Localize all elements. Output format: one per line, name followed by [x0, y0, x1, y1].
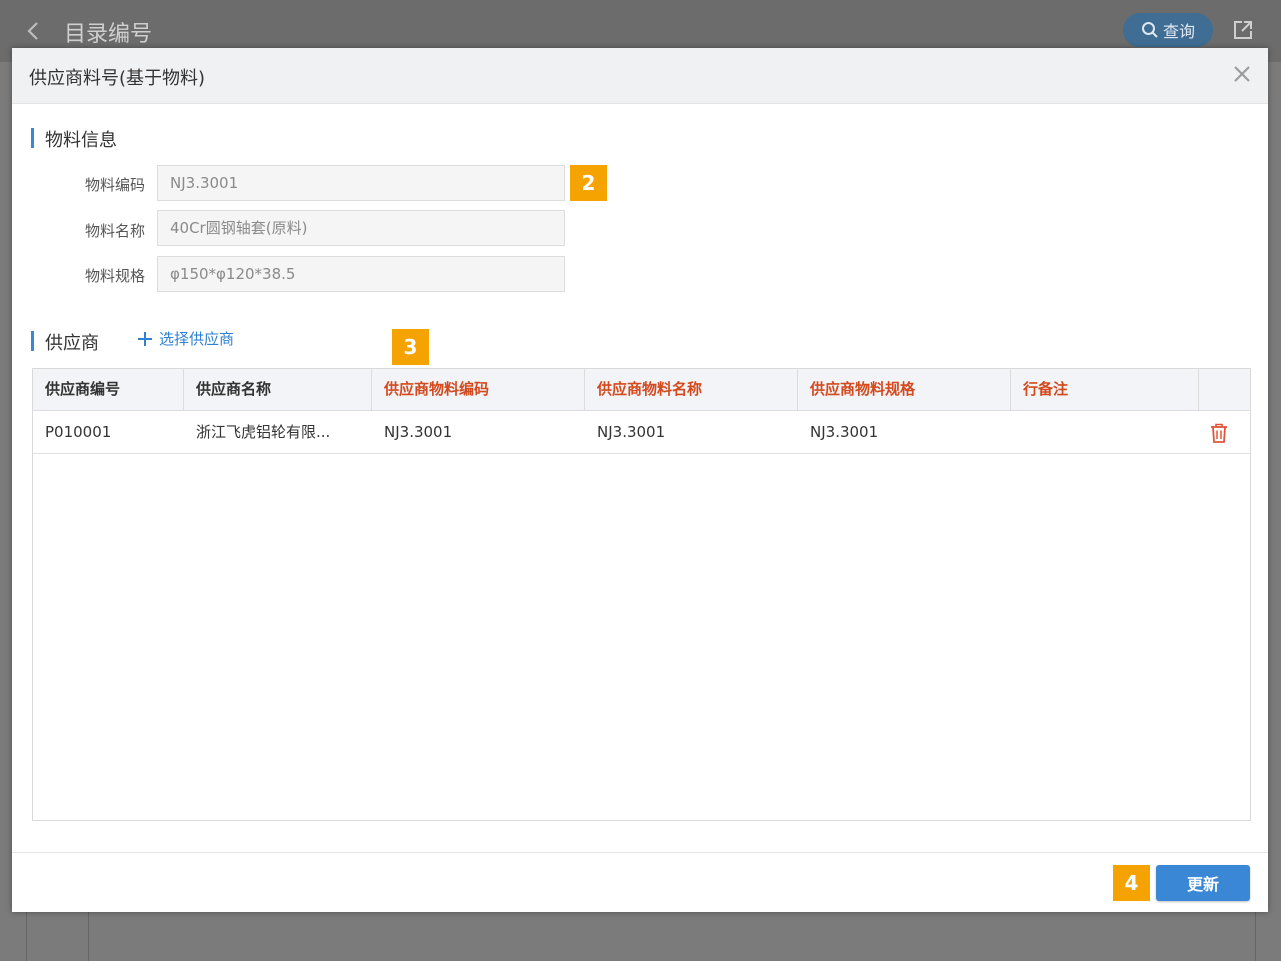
- modal-header: 供应商料号(基于物料): [12, 48, 1268, 104]
- table-header: 供应商编号 供应商名称 供应商物料编码 供应商物料名称 供应商物料规格 行备注: [33, 369, 1250, 411]
- material-name-field[interactable]: 40Cr圆钢轴套(原料): [157, 210, 565, 246]
- material-name-label: 物料名称: [84, 222, 145, 240]
- cell-supplier-material-name[interactable]: NJ3.3001: [585, 411, 798, 453]
- material-spec-label: 物料规格: [84, 267, 145, 285]
- background-divider: [1255, 912, 1256, 961]
- background-divider: [26, 912, 27, 961]
- plus-icon: [138, 331, 152, 346]
- background-divider: [88, 912, 89, 961]
- supplier-part-modal: 供应商料号(基于物料) 物料信息 物料编码 NJ3.3001 2 物料名称 40…: [12, 48, 1268, 912]
- material-spec-field[interactable]: φ150*φ120*38.5: [157, 256, 565, 292]
- search-icon: [1141, 22, 1158, 38]
- search-button[interactable]: 查询: [1123, 13, 1213, 47]
- cell-row-remark[interactable]: [1011, 411, 1199, 453]
- column-header-supplier-material-name[interactable]: 供应商物料名称: [585, 369, 798, 410]
- cell-supplier-material-spec[interactable]: NJ3.3001: [798, 411, 1011, 453]
- update-button[interactable]: 更新: [1156, 865, 1250, 901]
- search-label: 查询: [1162, 22, 1195, 41]
- supplier-table: 供应商编号 供应商名称 供应商物料编码 供应商物料名称 供应商物料规格 行备注 …: [32, 368, 1251, 821]
- page-title: 目录编号: [64, 22, 153, 47]
- column-header-supplier-material-spec[interactable]: 供应商物料规格: [798, 369, 1011, 410]
- close-icon[interactable]: [1232, 64, 1252, 84]
- modal-footer: 4 更新: [12, 852, 1268, 913]
- callout-badge: 4: [1113, 865, 1150, 901]
- column-header-supplier-name[interactable]: 供应商名称: [184, 369, 372, 410]
- table-row[interactable]: P010001 浙江飞虎铝轮有限... NJ3.3001 NJ3.3001 NJ…: [33, 411, 1250, 454]
- select-supplier-button[interactable]: 选择供应商: [137, 328, 234, 349]
- cell-supplier-name[interactable]: 浙江飞虎铝轮有限...: [184, 411, 372, 453]
- material-section-title: 物料信息: [31, 126, 117, 152]
- material-code-label: 物料编码: [84, 176, 145, 194]
- modal-title: 供应商料号(基于物料): [29, 68, 206, 89]
- column-header-row-remark[interactable]: 行备注: [1011, 369, 1199, 410]
- export-icon[interactable]: [1232, 19, 1254, 41]
- cell-supplier-code[interactable]: P010001: [33, 411, 184, 453]
- callout-badge: 2: [570, 165, 607, 201]
- column-header-supplier-code[interactable]: 供应商编号: [33, 369, 184, 410]
- cell-supplier-material-code[interactable]: NJ3.3001: [372, 411, 585, 453]
- callout-badge: 3: [392, 329, 429, 365]
- column-header-actions: [1199, 369, 1250, 410]
- select-supplier-label: 选择供应商: [159, 330, 235, 348]
- supplier-section-title: 供应商: [31, 329, 99, 355]
- trash-icon[interactable]: [1209, 422, 1229, 444]
- back-arrow-icon[interactable]: [22, 20, 44, 42]
- material-code-field[interactable]: NJ3.3001: [157, 165, 565, 201]
- column-header-supplier-material-code[interactable]: 供应商物料编码: [372, 369, 585, 410]
